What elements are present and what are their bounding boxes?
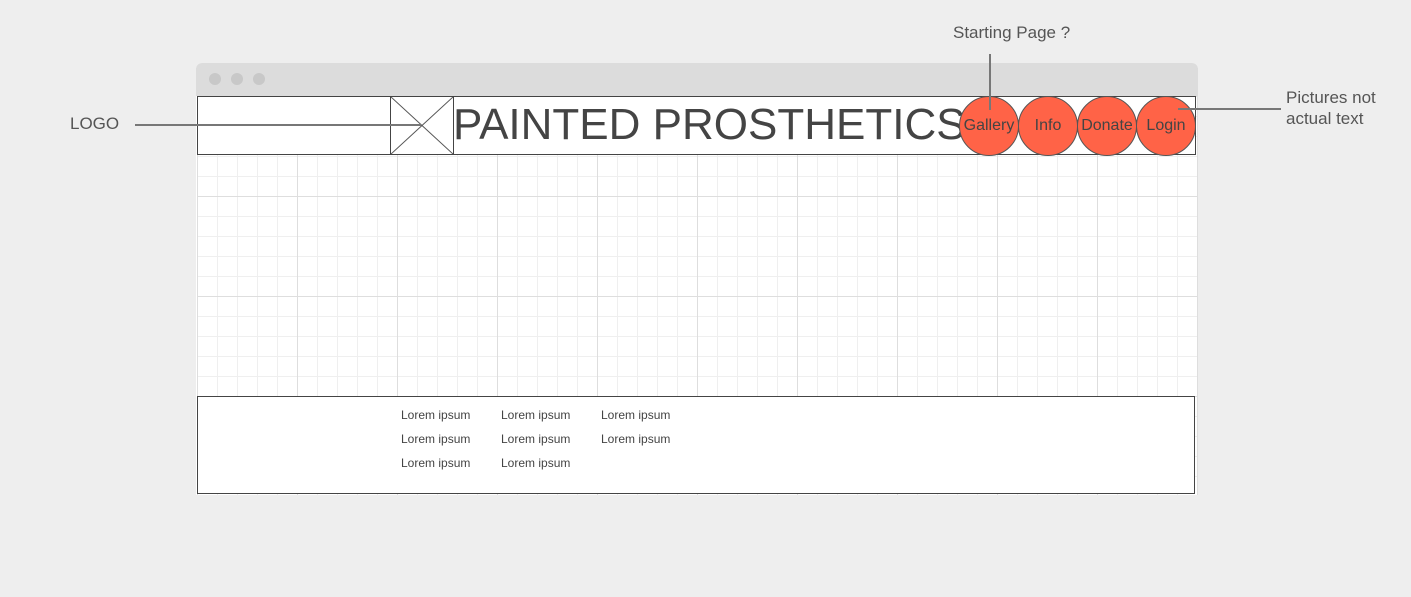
pictures-annotation-line1: Pictures not	[1286, 88, 1376, 107]
footer	[197, 396, 1195, 494]
footer-link[interactable]: Lorem ipsum	[601, 408, 670, 422]
footer-link[interactable]: Lorem ipsum	[401, 432, 470, 446]
window-dot-icon	[253, 73, 265, 85]
footer-link[interactable]: Lorem ipsum	[401, 408, 470, 422]
pictures-connector	[1178, 108, 1281, 110]
window-dot-icon	[209, 73, 221, 85]
nav-login-button[interactable]: Login	[1136, 96, 1196, 156]
footer-link[interactable]: Lorem ipsum	[501, 456, 570, 470]
footer-link[interactable]: Lorem ipsum	[601, 432, 670, 446]
logo-annotation: LOGO	[70, 114, 120, 133]
footer-link[interactable]: Lorem ipsum	[501, 408, 570, 422]
starting-page-connector	[989, 54, 991, 110]
starting-page-annotation: Starting Page ?	[953, 23, 1071, 42]
footer-link[interactable]: Lorem ipsum	[401, 456, 470, 470]
logo-connector	[135, 124, 421, 126]
nav-info-button[interactable]: Info	[1018, 96, 1078, 156]
window-dot-icon	[231, 73, 243, 85]
nav-donate-button[interactable]: Donate	[1077, 96, 1137, 156]
browser-titlebar	[196, 63, 1198, 96]
site-title: PAINTED PROSTHETICS	[453, 100, 966, 149]
pictures-annotation-line2: actual text	[1286, 109, 1364, 128]
footer-link[interactable]: Lorem ipsum	[501, 432, 570, 446]
